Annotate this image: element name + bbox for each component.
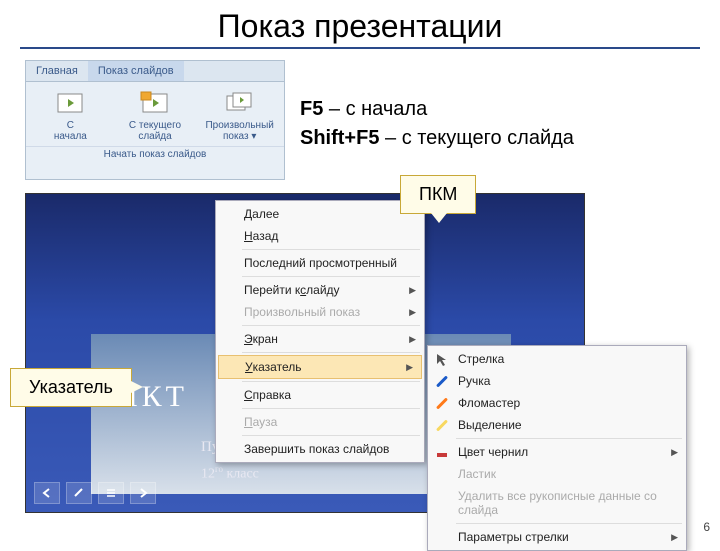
color-icon xyxy=(434,444,450,460)
ribbon-tabs: Главная Показ слайдов xyxy=(26,61,284,82)
from-current-button[interactable]: С текущего слайда xyxy=(115,88,196,144)
custom-show-icon xyxy=(224,90,256,118)
context-menu-item[interactable]: Перейти к слайду▶ xyxy=(216,279,424,301)
pen-nav-button[interactable] xyxy=(66,482,92,504)
pen-icon xyxy=(434,417,450,433)
prev-slide-button[interactable] xyxy=(34,482,60,504)
context-menu-item[interactable]: Последний просмотренный xyxy=(216,252,424,274)
from-beginning-icon xyxy=(54,90,86,118)
ribbon-tab-home[interactable]: Главная xyxy=(26,61,88,81)
title-divider xyxy=(20,47,700,49)
context-menu-item[interactable]: Завершить показ слайдов xyxy=(216,438,424,460)
context-menu-item[interactable]: Указатель▶ xyxy=(218,355,422,379)
arrow-icon xyxy=(434,351,450,367)
context-menu-item[interactable]: Справка xyxy=(216,384,424,406)
context-menu-item[interactable]: Экран▶ xyxy=(216,328,424,350)
menu-nav-button[interactable] xyxy=(98,482,124,504)
custom-show-button[interactable]: Произвольный показ ▾ xyxy=(199,88,280,144)
pen-icon xyxy=(434,395,450,411)
context-menu: ДалееНазад Последний просмотренный Перейти… xyxy=(215,200,425,463)
blank-icon xyxy=(434,529,450,545)
blank-icon xyxy=(434,466,450,482)
pointer-menu-item: Удалить все рукописные данные со слайда xyxy=(428,485,686,521)
next-slide-button[interactable] xyxy=(130,482,156,504)
ribbon-tab-slideshow[interactable]: Показ слайдов xyxy=(88,61,184,81)
pointer-menu-item[interactable]: Параметры стрелки▶ xyxy=(428,526,686,548)
callout-pkm: ПКМ xyxy=(400,175,476,214)
from-beginning-button[interactable]: С начала xyxy=(30,88,111,144)
ribbon-body: С начала С текущего слайда Произвольный … xyxy=(26,82,284,146)
blank-icon xyxy=(434,495,450,511)
callout-pointer: Указатель xyxy=(10,368,132,407)
context-menu-item: Произвольный показ▶ xyxy=(216,301,424,323)
page-title: Показ презентации xyxy=(0,0,720,47)
pen-icon xyxy=(434,373,450,389)
pointer-menu-item[interactable]: Выделение xyxy=(428,414,686,436)
context-menu-item: Пауза xyxy=(216,411,424,433)
pointer-menu-item[interactable]: Ручка xyxy=(428,370,686,392)
shortcut-info: F5 – с начала Shift+F5 – с текущего слай… xyxy=(300,95,574,153)
slideshow-nav xyxy=(34,482,156,504)
pointer-submenu: СтрелкаРучкаФломастерВыделение Цвет черни… xyxy=(427,345,687,551)
pointer-menu-item[interactable]: Цвет чернил▶ xyxy=(428,441,686,463)
pointer-menu-item[interactable]: Фломастер xyxy=(428,392,686,414)
context-menu-item[interactable]: Далее xyxy=(216,203,424,225)
pointer-menu-item: Ластик xyxy=(428,463,686,485)
page-number: 6 xyxy=(703,520,710,534)
ribbon: Главная Показ слайдов С начала С текущег… xyxy=(25,60,285,180)
context-menu-item[interactable]: Назад xyxy=(216,225,424,247)
from-current-icon xyxy=(139,90,171,118)
pointer-menu-item[interactable]: Стрелка xyxy=(428,348,686,370)
slide-subtitle-2: 12го класс xyxy=(201,464,259,483)
ribbon-group-caption: Начать показ слайдов xyxy=(26,146,284,164)
